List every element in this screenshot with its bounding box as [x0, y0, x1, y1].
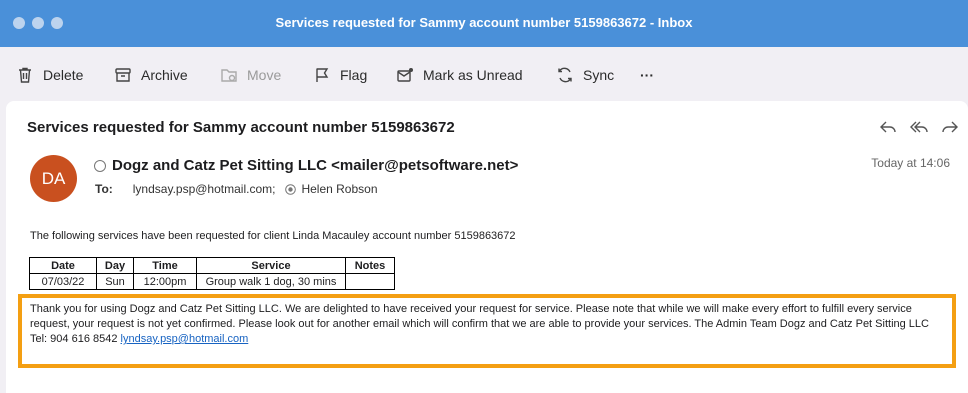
sender-name: Dogz and Catz Pet Sitting LLC <mailer@pe… — [112, 157, 519, 174]
title-bar: Services requested for Sammy account num… — [0, 0, 968, 47]
presence-icon — [94, 159, 106, 172]
col-service: Service — [196, 257, 346, 274]
col-notes: Notes — [345, 257, 395, 274]
delete-button[interactable]: Delete — [16, 64, 83, 86]
email-link[interactable]: lyndsay.psp@hotmail.com — [121, 333, 249, 345]
folder-move-icon — [221, 69, 237, 82]
avatar: DA — [30, 155, 77, 202]
message-pane: Services requested for Sammy account num… — [6, 101, 968, 393]
window-title: Services requested for Sammy account num… — [275, 15, 693, 30]
message-timestamp: Today at 14:06 — [871, 156, 950, 170]
mark-unread-label: Mark as Unread — [423, 67, 523, 83]
cell-time: 12:00pm — [133, 273, 197, 290]
reply-actions — [878, 118, 960, 136]
archive-label: Archive — [141, 67, 188, 83]
archive-button[interactable]: Archive — [114, 64, 188, 86]
col-day: Day — [96, 257, 134, 274]
sync-button[interactable]: Sync — [556, 64, 614, 86]
cell-day: Sun — [96, 273, 134, 290]
archive-icon — [115, 68, 131, 82]
recipient-email[interactable]: lyndsay.psp@hotmail.com; — [133, 182, 276, 196]
cell-service: Group walk 1 dog, 30 mins — [196, 273, 346, 290]
to-label: To: — [95, 182, 113, 196]
notice-text: Thank you for using Dogz and Catz Pet Si… — [30, 302, 945, 347]
forward-icon[interactable] — [940, 118, 960, 136]
flag-label: Flag — [340, 67, 368, 83]
intro-text: The following services have been request… — [30, 230, 516, 242]
sync-icon — [558, 67, 572, 83]
reply-icon[interactable] — [878, 118, 898, 136]
message-subject: Services requested for Sammy account num… — [27, 119, 455, 136]
move-label: Move — [247, 67, 282, 83]
cell-date: 07/03/22 — [29, 273, 97, 290]
recipient-contact[interactable]: Helen Robson — [301, 182, 377, 196]
col-date: Date — [29, 257, 97, 274]
mark-unread-button[interactable]: Mark as Unread — [396, 64, 523, 86]
table-row: 07/03/22 Sun 12:00pm Group walk 1 dog, 3… — [29, 273, 395, 290]
sender[interactable]: Dogz and Catz Pet Sitting LLC <mailer@pe… — [94, 157, 518, 174]
flag-icon — [316, 68, 329, 82]
more-icon: ··· — [640, 67, 654, 83]
envelope-unread-icon — [397, 68, 413, 82]
services-table: Date Day Time Service Notes 07/03/22 Sun… — [29, 257, 395, 290]
reply-all-icon[interactable] — [909, 118, 929, 136]
trash-icon — [19, 67, 31, 83]
toolbar: Delete Archive Move Flag Mark as Unread … — [0, 47, 968, 100]
cell-notes — [345, 273, 395, 290]
sync-label: Sync — [583, 67, 615, 83]
col-time: Time — [133, 257, 197, 274]
flag-button[interactable]: Flag — [313, 64, 367, 86]
move-button[interactable]: Move — [220, 64, 281, 86]
delete-label: Delete — [43, 67, 84, 83]
recipients-row: To: lyndsay.psp@hotmail.com; Helen Robso… — [95, 182, 388, 196]
more-button[interactable]: ··· — [640, 64, 654, 86]
contact-icon — [285, 183, 297, 195]
